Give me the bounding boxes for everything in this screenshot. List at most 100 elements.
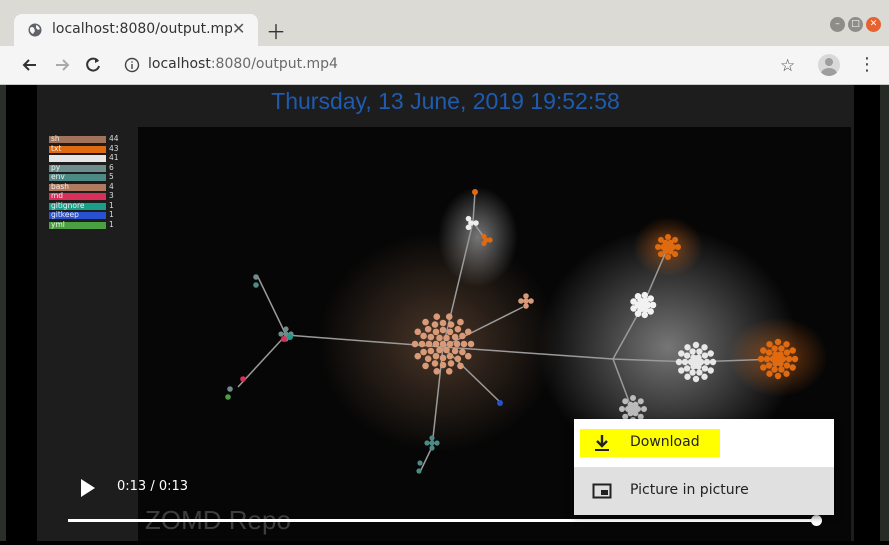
file-node bbox=[675, 358, 683, 366]
info-icon[interactable] bbox=[124, 57, 140, 73]
url-host: localhost bbox=[148, 56, 211, 72]
file-node bbox=[253, 274, 259, 280]
download-label: Download bbox=[630, 434, 700, 450]
file-node bbox=[692, 341, 700, 349]
legend-count: 43 bbox=[109, 143, 119, 153]
file-node bbox=[420, 332, 427, 340]
window-controls: – □ ✕ bbox=[830, 17, 881, 32]
file-node bbox=[757, 355, 765, 363]
tab-close-icon[interactable]: ✕ bbox=[232, 19, 245, 38]
new-tab-button[interactable]: ＋ bbox=[266, 16, 286, 45]
video-date-title: Thursday, 13 June, 2019 19:52:58 bbox=[271, 88, 620, 114]
file-node bbox=[665, 254, 671, 260]
file-node bbox=[225, 394, 231, 400]
legend-label: md bbox=[51, 191, 64, 200]
minimize-icon[interactable]: – bbox=[830, 17, 845, 32]
maximize-icon[interactable]: □ bbox=[848, 17, 863, 32]
file-node bbox=[783, 370, 790, 377]
file-node bbox=[431, 360, 439, 367]
file-node bbox=[454, 355, 462, 363]
file-node bbox=[763, 355, 771, 363]
file-node bbox=[766, 370, 773, 377]
file-node bbox=[632, 401, 639, 408]
file-node bbox=[425, 340, 433, 348]
file-node bbox=[791, 355, 799, 363]
file-node bbox=[637, 398, 644, 405]
file-node bbox=[497, 400, 503, 406]
file-node bbox=[422, 318, 429, 326]
file-node bbox=[675, 244, 681, 250]
file-node bbox=[783, 341, 790, 348]
legend-label: env bbox=[51, 172, 65, 181]
file-node bbox=[424, 440, 430, 446]
file-type-legend: sh 44 txt 43 41 py 6 env 5 bash 4 md 3 gitignore 1 gitk… bbox=[48, 134, 128, 230]
legend-label: yml bbox=[51, 219, 65, 229]
file-node bbox=[684, 344, 691, 351]
file-node bbox=[657, 251, 664, 258]
browser-toolbar: localhost:8080/output.mp4 ☆ ⋮ bbox=[0, 46, 889, 85]
reload-icon[interactable] bbox=[80, 52, 106, 78]
file-node bbox=[436, 334, 443, 342]
file-node bbox=[649, 301, 657, 309]
file-node bbox=[695, 354, 702, 361]
file-node bbox=[487, 237, 493, 243]
file-node bbox=[778, 366, 785, 373]
file-node bbox=[523, 303, 529, 309]
file-node bbox=[678, 367, 685, 374]
file-node bbox=[619, 406, 625, 412]
picture-in-picture-menu-item[interactable]: Picture in picture bbox=[574, 467, 834, 515]
legend-count: 1 bbox=[109, 210, 114, 219]
file-node bbox=[416, 468, 422, 474]
video-progress-bar[interactable] bbox=[68, 519, 816, 522]
picture-in-picture-label: Picture in picture bbox=[630, 482, 749, 498]
file-node bbox=[785, 355, 793, 363]
file-node bbox=[429, 445, 435, 451]
file-node bbox=[647, 295, 654, 302]
legend-label: py bbox=[51, 162, 61, 172]
file-node bbox=[789, 364, 796, 371]
file-node bbox=[683, 365, 691, 372]
file-node bbox=[672, 236, 679, 243]
profile-avatar-icon[interactable] bbox=[818, 54, 840, 76]
file-node bbox=[417, 460, 423, 466]
file-node bbox=[436, 346, 443, 354]
file-node bbox=[528, 298, 534, 304]
progress-thumb[interactable] bbox=[811, 515, 822, 526]
file-node bbox=[634, 310, 642, 317]
file-node bbox=[439, 361, 447, 369]
download-icon bbox=[595, 435, 609, 451]
file-node bbox=[665, 234, 671, 240]
file-node bbox=[473, 220, 479, 226]
file-node bbox=[447, 360, 455, 367]
file-node bbox=[433, 313, 441, 321]
forward-arrow-icon[interactable] bbox=[49, 52, 75, 78]
right-background-strip bbox=[880, 85, 889, 541]
legend-count: 1 bbox=[109, 200, 114, 210]
url-text: localhost:8080/output.mp4 bbox=[148, 56, 338, 72]
browser-tab[interactable]: localhost:8080/output.mp4 ✕ bbox=[14, 14, 258, 46]
bookmark-star-icon[interactable]: ☆ bbox=[780, 56, 795, 76]
play-icon[interactable] bbox=[78, 477, 98, 499]
file-node bbox=[418, 340, 426, 348]
file-node bbox=[518, 298, 524, 304]
legend-swatch bbox=[49, 155, 106, 162]
file-node bbox=[443, 346, 450, 354]
file-node bbox=[443, 334, 450, 342]
file-node bbox=[622, 398, 629, 405]
file-node bbox=[472, 189, 478, 195]
legend-label: bash bbox=[51, 181, 70, 191]
legend-label: gitignore bbox=[51, 200, 85, 210]
back-arrow-icon[interactable] bbox=[17, 52, 43, 78]
download-menu-item[interactable]: Download bbox=[574, 419, 834, 467]
legend-count: 44 bbox=[109, 134, 119, 143]
file-node bbox=[446, 352, 454, 360]
file-node bbox=[240, 376, 246, 382]
file-node bbox=[446, 328, 454, 336]
file-node bbox=[439, 319, 447, 327]
address-bar[interactable]: localhost:8080/output.mp4 bbox=[112, 50, 810, 80]
window-close-icon[interactable]: ✕ bbox=[866, 17, 881, 32]
file-node bbox=[696, 369, 703, 376]
file-node bbox=[411, 340, 419, 348]
menu-kebab-icon[interactable]: ⋮ bbox=[858, 54, 876, 75]
file-node bbox=[451, 347, 459, 355]
